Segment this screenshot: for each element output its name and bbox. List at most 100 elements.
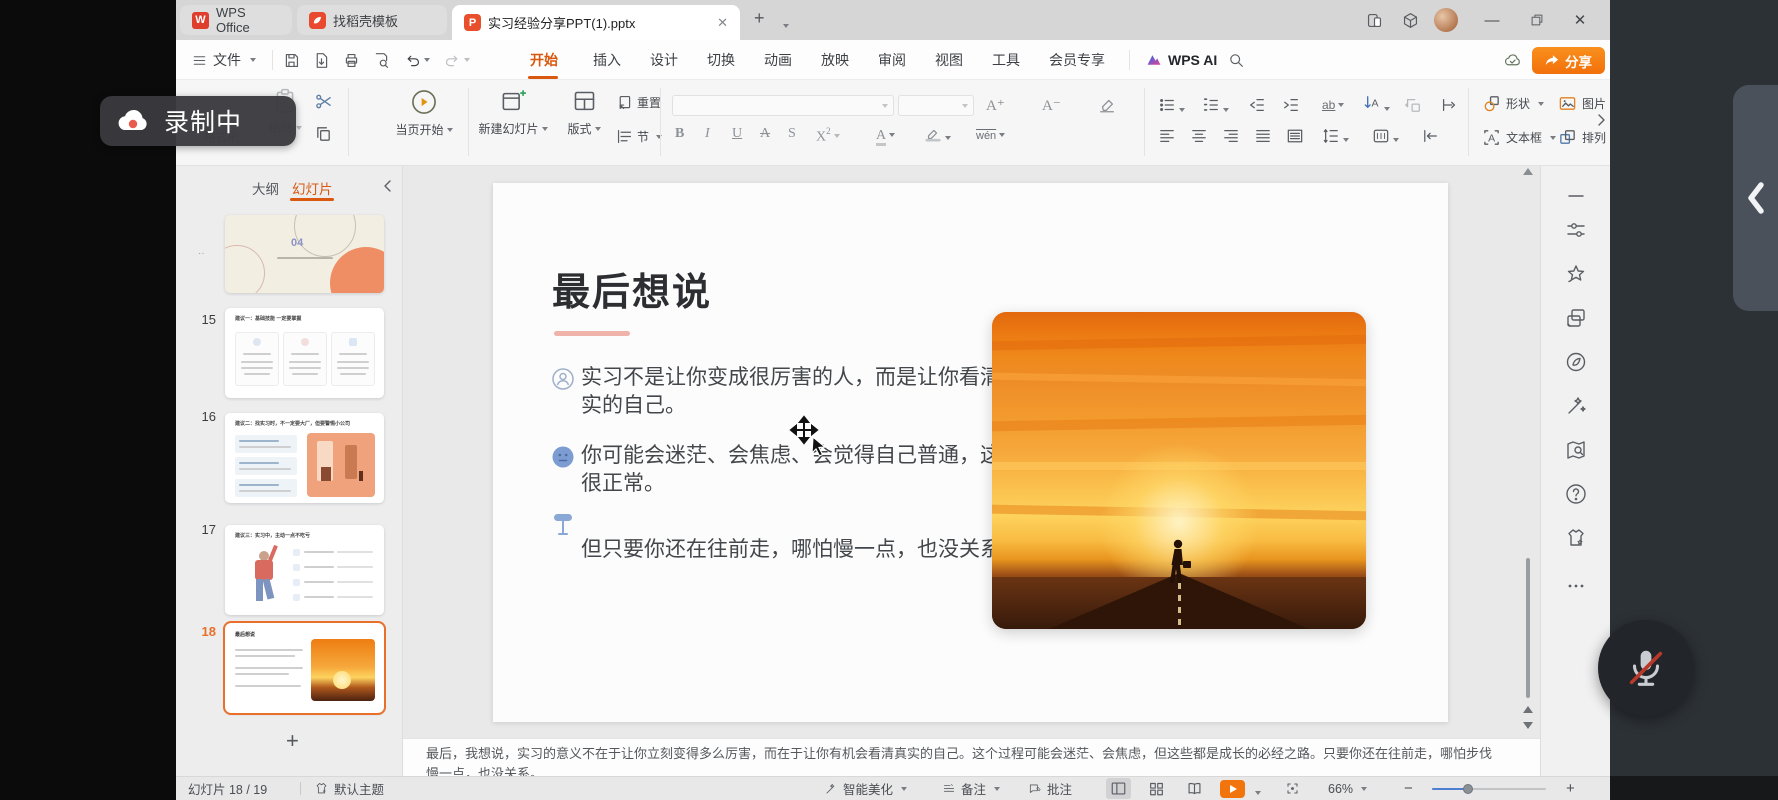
section-button[interactable]: 节 [616,128,662,145]
canvas-scroll-up[interactable] [1523,168,1533,175]
menu-transition[interactable]: 切换 [705,40,737,80]
slide-bullet-1[interactable]: 实习不是让你变成很厉害的人，而是让你看清真实的自己。 [581,363,1033,419]
text-direction-button[interactable]: A [1362,94,1390,118]
undo-button[interactable] [398,40,436,80]
redo-button[interactable] [438,40,476,80]
theme-button[interactable]: 默认主题 [314,777,384,800]
collapse-panel-button[interactable] [382,178,394,199]
zoom-in-button[interactable]: + [1566,777,1575,800]
reading-view-button[interactable] [1182,778,1207,799]
tab-list-caret[interactable] [780,17,789,35]
pinyin-guide-button[interactable]: wén [976,126,1005,144]
notes-bar[interactable]: 最后，我想说，实习的意义不在于让你立刻变得多么厉害，而在于让你有机会看清真实的自… [403,738,1540,776]
char-spacing-button[interactable]: ab [1322,96,1344,114]
thumbnail-slide-15[interactable]: 建议一：基础技能 一定要掌握 [225,308,384,398]
font-size-combo[interactable] [898,95,974,116]
menu-animation[interactable]: 动画 [762,40,794,80]
numbering-button[interactable] [1202,96,1229,119]
align-right-button[interactable] [1222,128,1240,149]
slide-title-text[interactable]: 最后想说 [552,261,712,316]
zoom-slider-thumb[interactable] [1463,784,1473,794]
line-spacing-button[interactable] [1322,128,1349,149]
user-avatar[interactable] [1434,8,1458,32]
tab-slides[interactable]: 幻灯片 [292,178,333,198]
zoom-level[interactable]: 66% [1328,777,1367,800]
transition-pane-icon[interactable] [1564,306,1588,330]
shadow-button[interactable]: S [788,126,796,142]
more-options-icon[interactable] [1564,574,1588,598]
clear-format-button[interactable] [1098,96,1116,119]
slide-editing-area[interactable]: 最后想说 实习不是让你变成很厉害的人，而是让你看清真实的自己。 你可能会迷茫、会… [493,183,1448,722]
bold-button[interactable]: B [675,126,684,142]
tab-docer-templates[interactable]: 找稻壳模板 [297,5,447,35]
floating-side-panel[interactable] [1733,85,1778,311]
share-button[interactable]: 分享 [1532,47,1605,74]
sunset-picture[interactable] [992,312,1366,629]
search-icon[interactable] [1218,40,1254,80]
italic-button[interactable]: I [705,126,710,142]
previous-slide-button[interactable] [1523,706,1533,713]
comments-button[interactable]: 批注 [1028,777,1072,800]
recording-badge[interactable]: 录制中 [100,96,296,146]
docer-resource-icon[interactable] [1564,350,1588,374]
cloud-saved-icon[interactable] [1494,40,1530,80]
font-color-button[interactable]: A [876,126,895,144]
shrink-font-button[interactable]: A⁻ [1042,96,1061,115]
save-icon[interactable] [276,40,306,80]
columns-button[interactable] [1372,128,1399,149]
add-slide-button[interactable]: + [286,728,299,754]
smart-beautify-button[interactable]: 智能美化 [824,777,907,800]
device-sync-icon[interactable] [1356,0,1392,40]
align-center-button[interactable] [1190,128,1208,149]
slideshow-play-button[interactable] [1220,780,1245,798]
highlight-button[interactable] [924,126,951,147]
shapes-button[interactable]: 形状 [1482,94,1544,113]
indent-marker-button[interactable] [1422,128,1440,149]
minimize-button[interactable]: — [1474,0,1510,40]
close-button[interactable]: ✕ [1562,0,1598,40]
menu-tools[interactable]: 工具 [990,40,1022,80]
zoom-out-button[interactable]: − [1404,777,1413,800]
align-left-button[interactable] [1158,128,1176,149]
smart-beautify-wand-icon[interactable] [1564,394,1588,418]
thumbnail-slide-16[interactable]: 建议二：找实习时，不一定要大厂，但要警惕小公司 [225,413,384,503]
thumbnail-slide-14-partial[interactable]: 04 [225,215,384,293]
slide-bullet-3[interactable]: 但只要你还在往前走，哪怕慢一点，也没关系。 [581,535,1033,563]
new-slide-button[interactable]: 新建幻灯片 [472,88,554,137]
bullets-button[interactable] [1158,96,1185,119]
slideshow-caret[interactable] [1252,786,1261,800]
thumbnail-slide-17[interactable]: 建议三：实习中，主动一点不吃亏 [225,525,384,615]
restore-button[interactable] [1519,0,1555,40]
copy-button[interactable] [314,124,333,148]
play-from-current-button[interactable]: 当页开始 [386,88,462,138]
wps-ai-button[interactable]: WPS AI [1144,40,1219,80]
properties-sliders-icon[interactable] [1564,218,1588,242]
underline-button[interactable]: U [732,126,742,142]
justify-button[interactable] [1254,128,1272,149]
menu-member[interactable]: 会员专享 [1047,40,1107,80]
fit-to-window-button[interactable] [1280,778,1305,799]
menu-insert[interactable]: 插入 [591,40,623,80]
slide-canvas[interactable]: 最后想说 实习不是让你变成很厉害的人，而是让你看清真实的自己。 你可能会迷茫、会… [403,166,1540,738]
reset-button[interactable]: 重置 [616,94,661,111]
slide-sorter-view-button[interactable] [1144,778,1169,799]
menu-review[interactable]: 审阅 [876,40,908,80]
thumbnail-slide-18-selected[interactable]: 最后想说 [225,623,384,713]
tab-outline[interactable]: 大纲 [252,178,279,198]
notes-toggle-button[interactable]: 备注 [942,777,1000,800]
font-name-combo[interactable] [672,95,894,116]
decrease-indent-button[interactable] [1248,96,1266,119]
text-tool-button[interactable] [1440,96,1458,119]
textbox-button[interactable]: A 文本框 [1482,128,1556,147]
file-menu[interactable]: 文件 [190,40,258,80]
layout-button[interactable]: 版式 [558,88,610,137]
print-preview-icon[interactable] [366,40,396,80]
collapse-pane-icon[interactable] [1564,184,1588,208]
effects-star-icon[interactable] [1564,262,1588,286]
grow-font-button[interactable]: A⁺ [986,96,1005,115]
help-icon[interactable] [1564,482,1588,506]
new-tab-button[interactable]: + [754,8,765,29]
theme-skin-icon[interactable] [1564,526,1588,550]
app-center-cube-icon[interactable] [1392,0,1428,40]
menu-view[interactable]: 视图 [933,40,965,80]
